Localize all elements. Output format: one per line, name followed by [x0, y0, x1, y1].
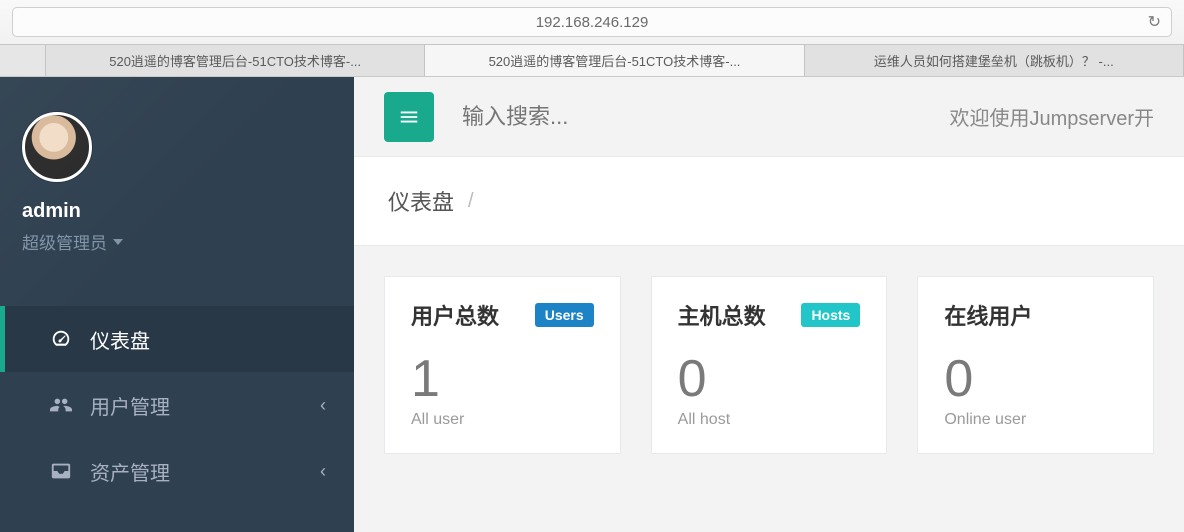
card-value: 0: [944, 353, 1127, 405]
browser-tabs: 520逍遥的博客管理后台-51CTO技术博客-... 520逍遥的博客管理后台-…: [0, 44, 1184, 76]
card-hosts: 主机总数 Hosts 0 All host: [651, 276, 888, 454]
sidebar: admin 超级管理员 仪表盘 用户管理 ‹: [0, 77, 354, 532]
sidebar-item-label: 用户管理: [90, 391, 170, 420]
card-value: 1: [411, 353, 594, 405]
sidebar-item-dashboard[interactable]: 仪表盘: [0, 306, 354, 372]
sidebar-item-users[interactable]: 用户管理 ‹: [0, 372, 354, 438]
page-title: 仪表盘: [388, 185, 454, 217]
breadcrumb-sep: /: [468, 190, 474, 213]
breadcrumb: 仪表盘 /: [354, 157, 1184, 246]
card-title: 在线用户: [944, 299, 1032, 331]
card-sub: All user: [411, 411, 594, 429]
dashboard-icon: [48, 328, 74, 350]
search-input[interactable]: [462, 104, 950, 130]
reload-icon[interactable]: ↻: [1148, 12, 1161, 32]
browser-tab[interactable]: 520逍遥的博客管理后台-51CTO技术博客-...: [46, 45, 425, 76]
browser-tab[interactable]: [0, 45, 46, 76]
inbox-icon: [48, 460, 74, 482]
address-bar[interactable]: 192.168.246.129 ↻: [12, 7, 1172, 37]
topbar: 欢迎使用Jumpserver开: [354, 77, 1184, 157]
avatar[interactable]: [22, 112, 92, 182]
card-head: 在线用户: [944, 299, 1127, 331]
badge-users[interactable]: Users: [535, 303, 594, 327]
users-icon: [48, 394, 74, 416]
chevron-left-icon: ‹: [320, 395, 326, 416]
card-sub: All host: [678, 411, 861, 429]
card-title: 用户总数: [411, 299, 499, 331]
chevron-left-icon: ‹: [320, 461, 326, 482]
sidebar-item-assets[interactable]: 资产管理 ‹: [0, 438, 354, 504]
browser-chrome: 192.168.246.129 ↻ 520逍遥的博客管理后台-51CTO技术博客…: [0, 0, 1184, 77]
browser-tab[interactable]: 520逍遥的博客管理后台-51CTO技术博客-...: [425, 45, 804, 76]
role-label: 超级管理员: [22, 229, 107, 254]
caret-down-icon: [113, 239, 123, 245]
card-title: 主机总数: [678, 299, 766, 331]
url-text: 192.168.246.129: [536, 14, 649, 31]
role-dropdown[interactable]: 超级管理员: [22, 229, 123, 254]
username: admin: [22, 200, 354, 223]
bars-icon: [398, 106, 420, 128]
card-sub: Online user: [944, 411, 1127, 429]
app: admin 超级管理员 仪表盘 用户管理 ‹: [0, 77, 1184, 532]
welcome-text: 欢迎使用Jumpserver开: [950, 102, 1154, 131]
stat-cards: 用户总数 Users 1 All user 主机总数 Hosts 0 All h…: [354, 246, 1184, 454]
address-row: 192.168.246.129 ↻: [0, 0, 1184, 44]
card-online: 在线用户 0 Online user: [917, 276, 1154, 454]
badge-hosts[interactable]: Hosts: [801, 303, 860, 327]
browser-tab[interactable]: 运维人员如何搭建堡垒机（跳板机）？ -...: [805, 45, 1184, 76]
sidebar-nav: 仪表盘 用户管理 ‹ 资产管理 ‹: [0, 306, 354, 504]
main-content: 欢迎使用Jumpserver开 仪表盘 / 用户总数 Users 1 All u…: [354, 77, 1184, 532]
profile-block: admin 超级管理员: [22, 77, 354, 264]
sidebar-item-label: 仪表盘: [90, 325, 150, 354]
card-head: 用户总数 Users: [411, 299, 594, 331]
card-users: 用户总数 Users 1 All user: [384, 276, 621, 454]
card-head: 主机总数 Hosts: [678, 299, 861, 331]
sidebar-item-label: 资产管理: [90, 457, 170, 486]
card-value: 0: [678, 353, 861, 405]
menu-toggle-button[interactable]: [384, 92, 434, 142]
